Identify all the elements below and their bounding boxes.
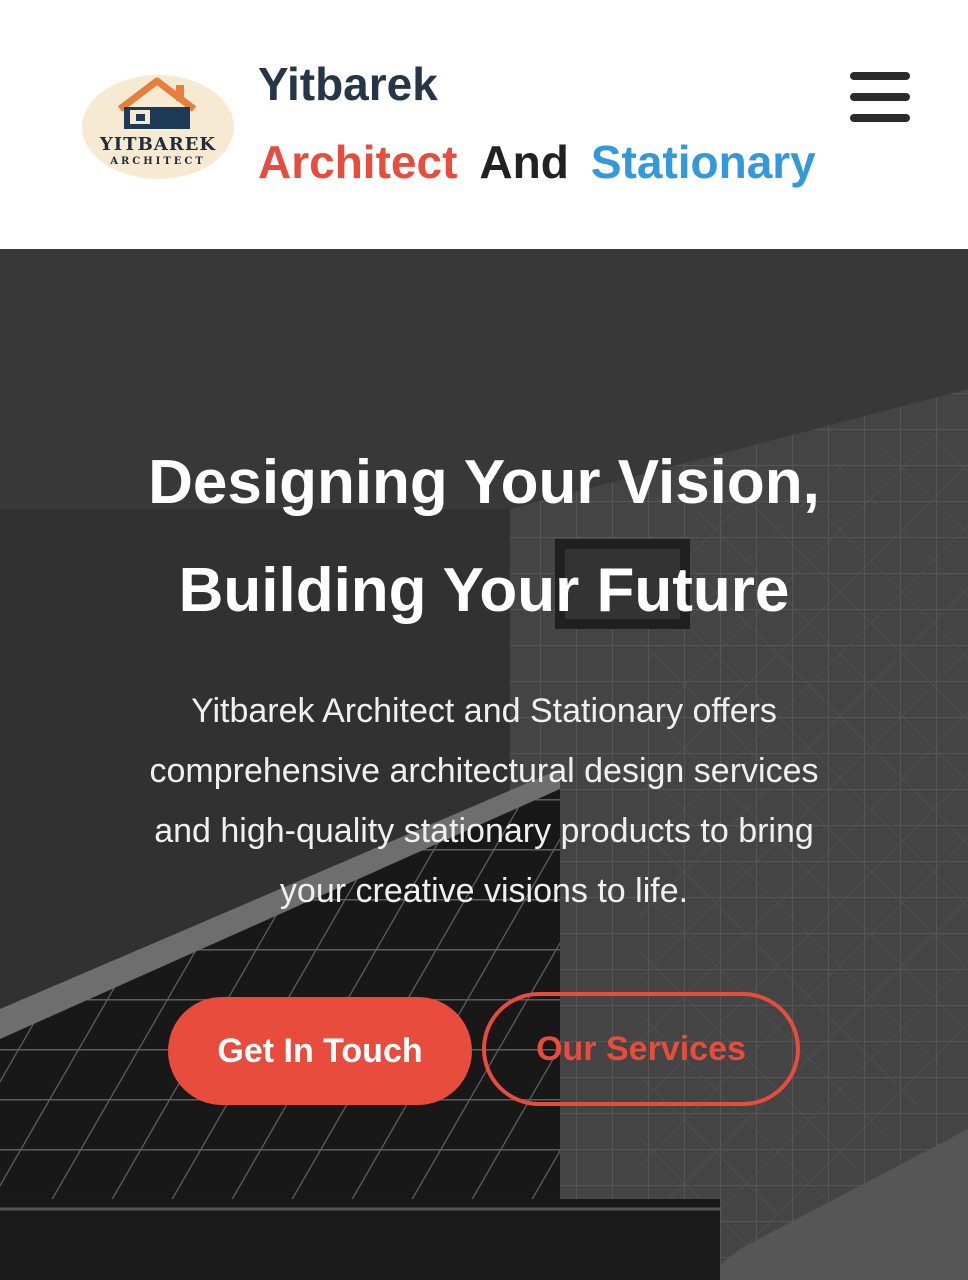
our-services-button[interactable]: Our Services [482,992,800,1106]
hero-title-line: Designing Your Vision, [148,448,820,517]
brand-tagline: Architect And Stationary [258,136,816,188]
brand-tagline-architect: Architect [258,136,458,188]
brand-tagline-and: And [479,136,569,188]
hero-section: Designing Your Vision, Building Your Fut… [0,249,968,1280]
hero-title-line: Building Your Future [178,556,790,625]
brand-name[interactable]: Yitbarek [258,58,438,110]
hero-title: Designing Your Vision, Building Your Fut… [0,429,968,645]
menu-bar [850,93,910,101]
hero-description-line: your creative visions to life. [279,872,689,910]
hero-description-line: and high-quality stationary products to … [154,812,814,850]
menu-bar [850,72,910,80]
menu-bar [850,114,910,122]
hero-description: Yitbarek Architect and Stationary offers… [100,681,868,921]
logo-subtitle: ARCHITECT [110,156,206,167]
brand-logo[interactable]: YITBAREK ARCHITECT [82,75,234,179]
site-header: YITBAREK ARCHITECT Yitbarek Architect And… [0,0,968,249]
brand-tagline-stationary: Stationary [590,136,816,188]
hero-description-line: Yitbarek Architect and Stationary offers [191,692,777,730]
get-in-touch-button[interactable]: Get In Touch [168,997,472,1105]
logo-wordmark: YITBAREK [99,134,217,155]
hamburger-menu-icon[interactable] [848,66,912,128]
hero-description-line: comprehensive architectural design servi… [149,752,819,790]
